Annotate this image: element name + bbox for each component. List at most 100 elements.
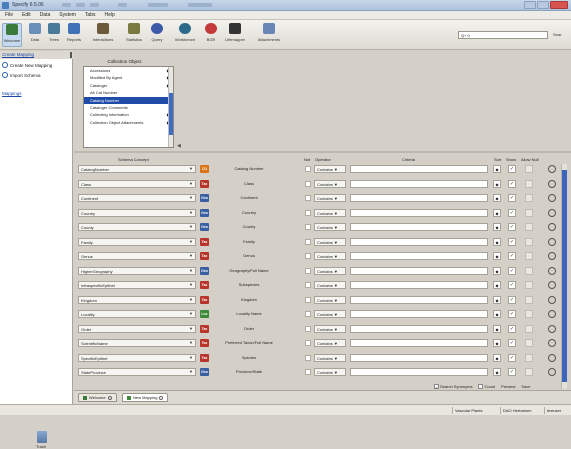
allow-null-checkbox[interactable] xyxy=(525,208,533,217)
chevron-down-icon[interactable]: ▼ xyxy=(189,311,193,316)
chevron-down-icon[interactable]: ▼ xyxy=(189,181,193,186)
allow-null-checkbox[interactable] xyxy=(525,266,533,275)
not-checkbox[interactable] xyxy=(305,267,311,274)
chevron-down-icon[interactable]: ▼ xyxy=(189,326,193,331)
operator-select[interactable]: Contains ▼ xyxy=(314,324,346,333)
chevron-down-icon[interactable]: ▼ xyxy=(189,282,193,287)
criteria-input[interactable] xyxy=(350,295,488,304)
not-checkbox[interactable] xyxy=(305,369,311,375)
criteria-input[interactable] xyxy=(350,368,488,376)
save-button[interactable]: Save xyxy=(521,384,530,389)
not-checkbox[interactable] xyxy=(305,195,311,201)
operator-select[interactable]: Contains ▼ xyxy=(314,223,346,231)
show-checkbox[interactable]: ✓ xyxy=(508,252,516,260)
toolbar-workbench-button[interactable]: Workbench xyxy=(171,23,199,47)
close-button[interactable] xyxy=(550,1,568,9)
quick-access-icon[interactable] xyxy=(148,3,168,7)
toolbar-welcome-button[interactable]: Welcome xyxy=(2,23,22,47)
criteria-input[interactable] xyxy=(350,310,488,318)
scroll-thumb[interactable] xyxy=(169,93,173,135)
allow-null-checkbox[interactable] xyxy=(525,295,533,304)
chevron-down-icon[interactable]: ▼ xyxy=(189,355,193,360)
remove-row-icon[interactable] xyxy=(548,281,556,289)
operator-select[interactable]: Contains ▼ xyxy=(314,281,346,289)
show-checkbox[interactable]: ✓ xyxy=(508,208,516,217)
criteria-input[interactable] xyxy=(350,208,488,217)
search-synonyms-checkbox[interactable]: ✓ Search Synonyms xyxy=(434,384,472,390)
not-checkbox[interactable] xyxy=(305,325,311,332)
toolbar-bgr-button[interactable]: BGR xyxy=(201,23,221,47)
menu-edit[interactable]: Edit xyxy=(22,12,31,18)
tab-new-mapping[interactable]: New Mapping xyxy=(122,393,169,402)
show-checkbox[interactable]: ✓ xyxy=(508,281,516,289)
menu-help[interactable]: Help xyxy=(104,12,114,18)
not-checkbox[interactable] xyxy=(305,354,311,361)
show-checkbox[interactable]: ✓ xyxy=(508,310,516,318)
operator-select[interactable]: Contains ▼ xyxy=(314,237,346,246)
sort-toggle[interactable]: ◆ xyxy=(493,194,501,202)
close-tab-icon[interactable] xyxy=(159,395,164,400)
criteria-input[interactable] xyxy=(350,179,488,188)
criteria-input[interactable] xyxy=(350,266,488,275)
criteria-input[interactable] xyxy=(350,194,488,202)
chevron-down-icon[interactable]: ▼ xyxy=(189,224,193,229)
schema-concept-select[interactable]: Class xyxy=(78,179,196,188)
not-checkbox[interactable] xyxy=(305,238,311,245)
list-item[interactable]: Cataloger▶ xyxy=(84,82,173,89)
toolbar-reports-button[interactable]: Reports xyxy=(64,23,84,47)
criteria-input[interactable] xyxy=(350,339,488,347)
schema-concept-select[interactable]: SpecificEpithet xyxy=(78,353,196,362)
schema-concept-select[interactable]: InfraspecificEpithet xyxy=(78,281,196,289)
operator-select[interactable]: Contains ▼ xyxy=(314,165,346,173)
left-pane-header[interactable]: Create Mapping xyxy=(0,51,73,59)
schema-concept-select[interactable]: Family xyxy=(78,237,196,246)
chevron-down-icon[interactable]: ▼ xyxy=(189,195,193,200)
show-checkbox[interactable]: ✓ xyxy=(508,368,516,376)
sort-toggle[interactable]: ◆ xyxy=(493,179,501,188)
pane-splitter[interactable] xyxy=(74,151,571,153)
remove-row-icon[interactable] xyxy=(548,310,556,318)
table-scrollbar[interactable] xyxy=(561,164,567,389)
remove-row-icon[interactable] xyxy=(548,237,556,246)
toolbar-interactions-button[interactable]: Interactions xyxy=(88,23,118,47)
menu-tabs[interactable]: Tabs xyxy=(85,12,96,18)
show-checkbox[interactable]: ✓ xyxy=(508,194,516,202)
remove-row-icon[interactable] xyxy=(548,252,556,260)
show-checkbox[interactable]: ✓ xyxy=(508,179,516,188)
collection-object-list[interactable]: Accessions▶ Modified By Agent▶ Cataloger… xyxy=(83,66,174,148)
criteria-input[interactable] xyxy=(350,165,488,173)
operator-select[interactable]: Contains ▼ xyxy=(314,353,346,362)
not-checkbox[interactable] xyxy=(305,180,311,187)
chevron-down-icon[interactable]: ▼ xyxy=(189,253,193,258)
operator-select[interactable]: Contains ▼ xyxy=(314,208,346,217)
sort-toggle[interactable]: ◆ xyxy=(493,165,501,173)
remove-row-icon[interactable] xyxy=(548,324,556,333)
sort-toggle[interactable]: ◆ xyxy=(493,324,501,333)
sort-toggle[interactable]: ◆ xyxy=(493,353,501,362)
chevron-down-icon[interactable]: ▼ xyxy=(189,210,193,215)
allow-null-checkbox[interactable] xyxy=(525,223,533,231)
list-scrollbar[interactable] xyxy=(168,67,173,147)
remove-row-icon[interactable] xyxy=(548,194,556,202)
allow-null-checkbox[interactable] xyxy=(525,252,533,260)
show-checkbox[interactable]: ✓ xyxy=(508,295,516,304)
allow-null-checkbox[interactable] xyxy=(525,324,533,333)
menu-system[interactable]: System xyxy=(59,12,76,18)
sort-toggle[interactable]: ◆ xyxy=(493,295,501,304)
list-item[interactable]: Collecting Information▶ xyxy=(84,111,173,118)
show-checkbox[interactable]: ✓ xyxy=(508,339,516,347)
schema-concept-select[interactable]: Locality xyxy=(78,310,196,318)
sort-toggle[interactable]: ◆ xyxy=(493,339,501,347)
sort-toggle[interactable]: ◆ xyxy=(493,368,501,376)
operator-select[interactable]: Contains ▼ xyxy=(314,368,346,376)
chevron-down-icon[interactable]: ▼ xyxy=(189,297,193,302)
remove-row-icon[interactable] xyxy=(548,368,556,376)
remove-row-icon[interactable] xyxy=(548,208,556,217)
search-button[interactable]: Sear xyxy=(553,32,561,37)
not-checkbox[interactable] xyxy=(305,340,311,346)
quick-access-icon[interactable] xyxy=(90,3,99,7)
schema-concept-select[interactable]: StateProvince xyxy=(78,368,196,376)
schema-concept-select[interactable]: HigherGeography xyxy=(78,266,196,275)
remove-row-icon[interactable] xyxy=(548,353,556,362)
criteria-input[interactable] xyxy=(350,353,488,362)
